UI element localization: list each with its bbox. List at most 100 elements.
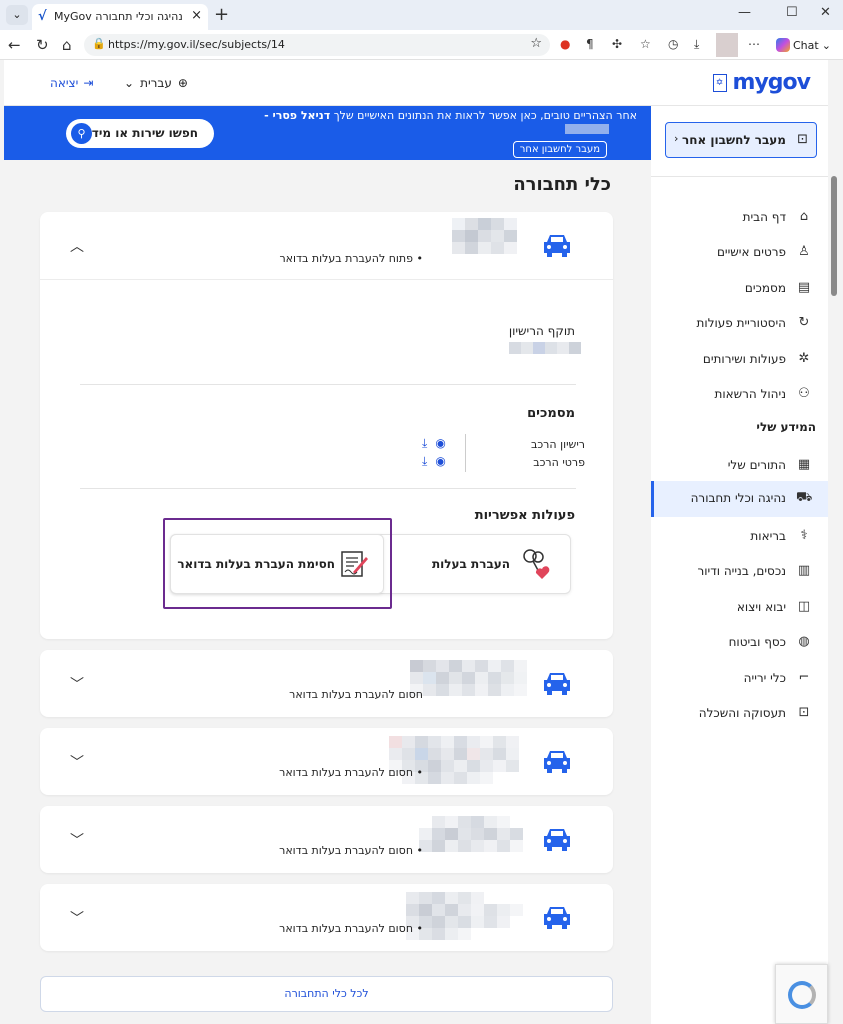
history-browser-icon[interactable]: ◷ xyxy=(668,37,678,51)
sidebar-item-health[interactable]: ⚕ בריאות xyxy=(651,519,828,553)
lock-icon: 🔒 xyxy=(92,37,106,50)
greeting-message: אחר הצהריים טובים, כאן אפשר לראות את הנת… xyxy=(264,109,637,122)
globe-icon: ⊕ xyxy=(177,76,188,90)
site-header: ✡ mygov ⌄ עברית ⊕ יציאה ⇥ xyxy=(4,60,828,106)
building-icon: ▥ xyxy=(797,563,811,578)
view-eye-icon[interactable]: ◉ xyxy=(435,436,445,451)
extensions-icon[interactable]: ✣ xyxy=(612,37,622,51)
search-label: חפשו שירות או מידע xyxy=(83,126,198,140)
mygov-logo[interactable]: ✡ mygov xyxy=(712,70,811,95)
briefcase-icon: ⊡ xyxy=(798,705,810,720)
sidebar-item-employment[interactable]: ⊡ תעסוקה והשכלה xyxy=(651,696,828,730)
sidebar-item-driving[interactable]: ⛟ נהיגה וכלי תחבורה xyxy=(651,481,828,517)
page-title: כלי תחבורה xyxy=(513,174,611,195)
all-vehicles-link[interactable]: לכל כלי התחבורה xyxy=(40,976,613,1012)
browser-toolbar: ← ↻ ⌂ 🔒 https://my.gov.il/sec/subjects/1… xyxy=(0,30,843,60)
copilot-chat-button[interactable]: Chat ⌄ xyxy=(772,36,835,54)
sidebar-item-home[interactable]: ⌂ דף הבית xyxy=(651,200,828,234)
chevron-down-icon[interactable]: ﹀ xyxy=(70,908,84,928)
address-bar[interactable]: 🔒 https://my.gov.il/sec/subjects/14 ☆ xyxy=(84,34,550,56)
chat-label: Chat xyxy=(793,38,819,52)
sidebar-item-appointments[interactable]: ▦ התורים שלי xyxy=(651,448,828,482)
chevron-up-icon[interactable]: ︿ xyxy=(70,236,84,256)
language-label: עברית xyxy=(140,76,172,90)
sidebar-item-history[interactable]: ↻ היסטוריית פעולות xyxy=(651,306,828,340)
actions-heading: פעולות אפשריות xyxy=(474,508,575,523)
sparkle-icon: ✲ xyxy=(798,351,810,366)
minimize-icon[interactable]: — xyxy=(738,5,751,20)
license-validity-label: תוקף הרישיון xyxy=(508,324,575,338)
sidebar: ⊡ מעבר לחשבון אחר › ⌂ דף הבית ♙ פרטים אי… xyxy=(651,106,828,1024)
sidebar-item-permissions[interactable]: ⚇ ניהול הרשאות xyxy=(651,377,828,411)
scrollbar-thumb[interactable] xyxy=(831,176,837,296)
document-vehicle-license: רישיון הרכב xyxy=(531,438,585,451)
back-icon[interactable]: ← xyxy=(8,36,21,54)
chevron-down-icon[interactable]: ﹀ xyxy=(70,674,84,694)
my-info-heading: המידע שלי xyxy=(756,420,816,434)
profile-avatar[interactable] xyxy=(716,33,738,57)
sidebar-item-personal-details[interactable]: ♙ פרטים אישיים xyxy=(651,235,828,269)
site-favicon-icon: √ xyxy=(38,9,47,24)
document-vehicle-details: פרטי הרכב xyxy=(533,456,585,469)
vehicle-card[interactable]: • חסום להעברת בעלות בדואר ﹀ xyxy=(40,728,613,795)
car-icon xyxy=(544,235,570,257)
section-divider xyxy=(80,384,576,385)
home-icon: ⌂ xyxy=(799,209,809,224)
vehicle-card[interactable]: • חסום להעברת בעלות בדואר ﹀ xyxy=(40,884,613,951)
refresh-icon[interactable]: ↻ xyxy=(36,36,49,54)
firearm-icon: ⌐ xyxy=(798,670,810,685)
switch-account-small-button[interactable]: מעבר לחשבון אחר xyxy=(512,141,607,158)
close-window-icon[interactable]: ✕ xyxy=(820,5,831,20)
chevron-down-icon: ⌄ xyxy=(124,76,135,90)
home-browser-icon[interactable]: ⌂ xyxy=(62,36,72,54)
sidebar-item-documents[interactable]: ▤ מסמכים xyxy=(651,271,828,305)
more-menu-icon[interactable]: ⋯ xyxy=(748,37,760,51)
copilot-logo-icon xyxy=(776,38,790,52)
search-button[interactable]: חפשו שירות או מידע ⚲ xyxy=(66,119,214,148)
sidebar-item-services[interactable]: ✲ פעולות ושירותים xyxy=(651,342,828,376)
state-emblem-icon: ✡ xyxy=(712,73,727,92)
recaptcha-icon xyxy=(788,981,816,1009)
history-icon: ↻ xyxy=(798,315,810,330)
recaptcha-badge[interactable] xyxy=(775,964,828,1024)
favorite-star-icon[interactable]: ☆ xyxy=(530,36,542,51)
view-eye-icon[interactable]: ◉ xyxy=(435,454,445,469)
download-icon[interactable]: ⤓ xyxy=(422,454,427,469)
page-scrollbar[interactable] xyxy=(829,170,839,330)
coins-icon: ◍ xyxy=(798,634,810,649)
redacted-plate xyxy=(410,660,527,696)
opera-extension-icon[interactable]: ● xyxy=(560,37,570,51)
section-divider xyxy=(80,488,576,489)
car-icon xyxy=(544,829,570,851)
redacted-plate xyxy=(452,218,517,254)
sidebar-item-property[interactable]: ▥ נכסים, בנייה ודיור xyxy=(651,554,828,588)
maximize-icon[interactable]: ☐ xyxy=(786,5,798,20)
close-tab-icon[interactable]: × xyxy=(191,8,202,23)
downloads-icon[interactable]: ⤓ xyxy=(694,37,699,52)
chevron-down-icon[interactable]: ﹀ xyxy=(70,830,84,850)
sidebar-item-firearms[interactable]: ⌐ כלי ירייה xyxy=(651,661,828,695)
vehicle-card[interactable]: חסום להעברת בעלות בדואר ﹀ xyxy=(40,650,613,717)
vehicle-card[interactable]: • חסום להעברת בעלות בדואר ﹀ xyxy=(40,806,613,873)
new-tab-icon[interactable]: + xyxy=(214,4,229,25)
calendar-icon: ▦ xyxy=(797,457,811,472)
sidebar-item-money[interactable]: ◍ כסף וביטוח xyxy=(651,625,828,659)
keys-heart-icon xyxy=(523,549,550,579)
document-icon: ▤ xyxy=(797,280,811,295)
chevron-down-icon[interactable]: ﹀ xyxy=(70,752,84,772)
chevron-right-icon: › xyxy=(674,132,679,145)
download-icon[interactable]: ⤓ xyxy=(422,436,427,451)
favorites-icon[interactable]: ☆ xyxy=(640,37,651,51)
tab-list-button[interactable]: ⌄ xyxy=(6,5,28,25)
documents-separator xyxy=(465,434,466,472)
page: ✡ mygov ⌄ עברית ⊕ יציאה ⇥ אחר הצהריים טו… xyxy=(0,60,843,1024)
language-selector[interactable]: ⌄ עברית ⊕ xyxy=(124,76,188,90)
switch-account-button[interactable]: ⊡ מעבר לחשבון אחר › xyxy=(665,122,817,158)
car-icon xyxy=(544,751,570,773)
logout-link[interactable]: יציאה ⇥ xyxy=(50,76,93,90)
redacted-plate xyxy=(406,892,523,940)
paragraph-extension-icon[interactable]: ¶ xyxy=(586,37,594,51)
sidebar-item-import-export[interactable]: ◫ יבוא ויצוא xyxy=(651,590,828,624)
browser-tab[interactable]: √ MyGov נהיגה וכלי תחבורה × xyxy=(32,4,208,30)
vehicle-card-header[interactable]: • פתוח להעברת בעלות בדואר ︿ xyxy=(40,212,613,280)
